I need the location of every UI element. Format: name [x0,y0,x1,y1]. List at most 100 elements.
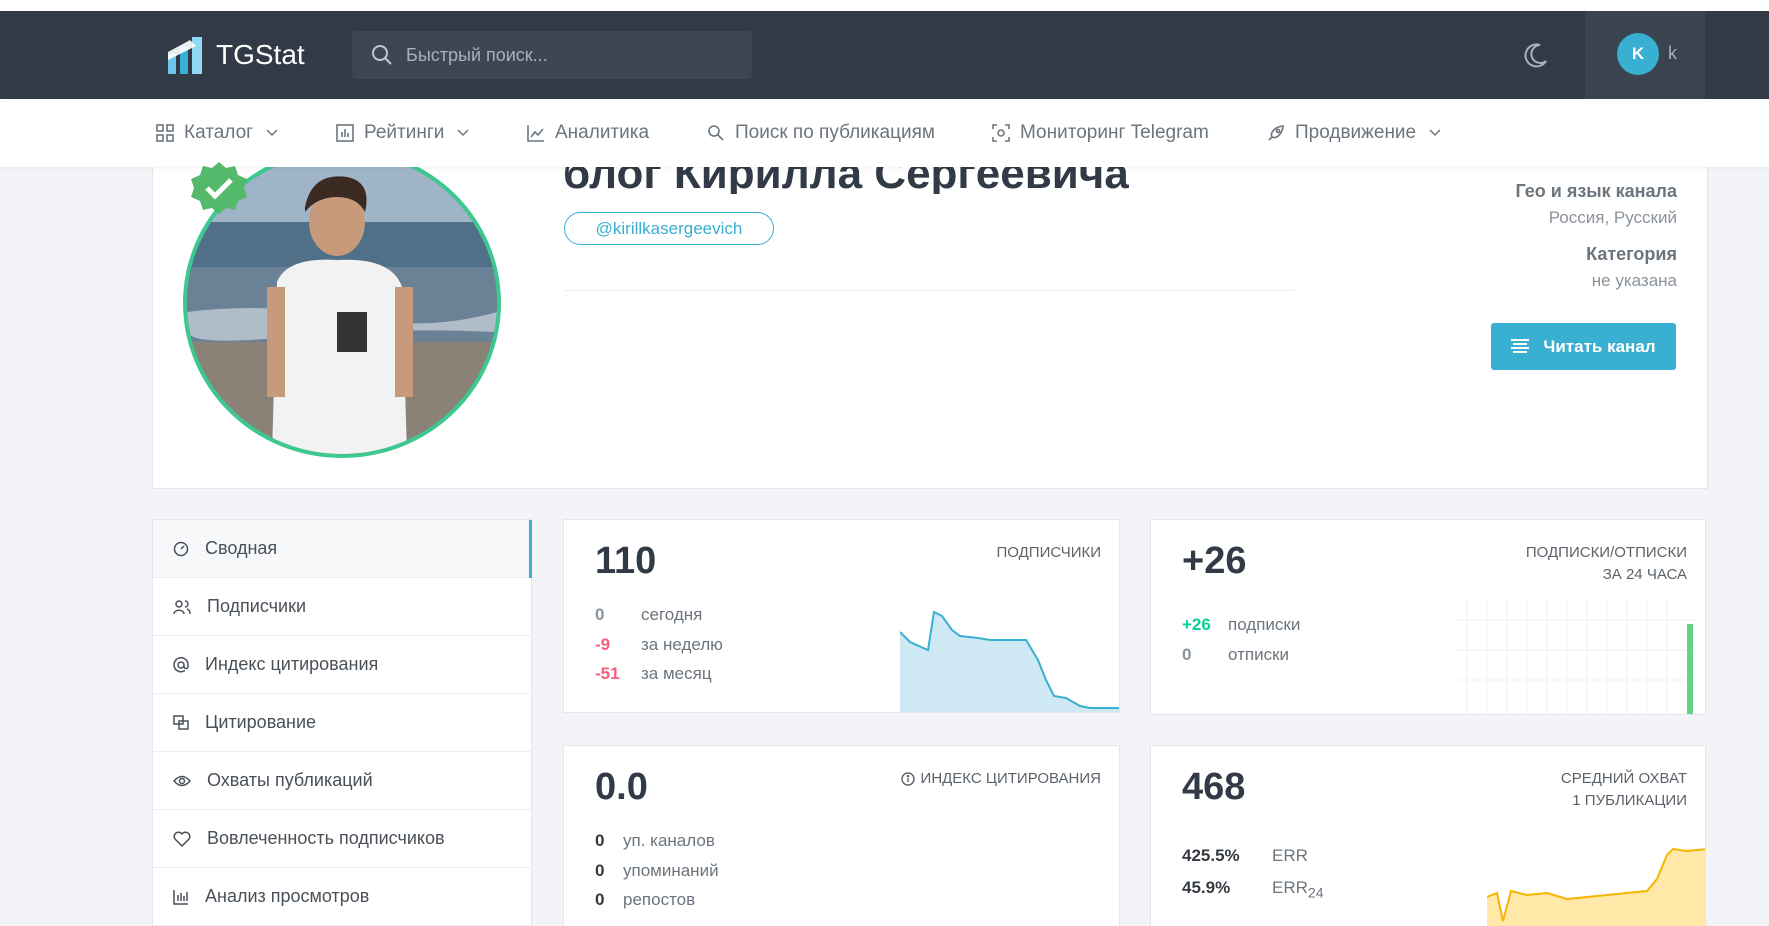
moon-icon[interactable] [1522,41,1550,69]
card-label-line: ПОДПИСКИ/ОТПИСКИ [1525,544,1687,561]
chevron-down-icon [1429,129,1441,137]
user-menu[interactable]: K k [1585,11,1705,99]
geo-value: Россия, Русский [1548,208,1677,227]
stat-value: -51 [595,664,620,683]
sidebar-label: Индекс цитирования [205,654,379,674]
stat-value: 0 [1182,645,1192,664]
rocket-icon [1268,125,1284,141]
average-reach-card: 468 СРЕДНИЙ ОХВАТ 1 ПУБЛИКАЦИИ 425.5% ERR… [1150,745,1706,926]
menu-catalog[interactable]: Каталог [156,99,279,167]
subs-unsubs-barchart [1457,600,1697,714]
top-strip [0,0,1769,11]
logo-text: TGStat [216,39,305,70]
stat-row: +26 подписки [1182,615,1300,635]
read-button-label: Читать канал [1543,336,1656,356]
stat-value: 0 [595,890,605,909]
sidebar-item-summary[interactable]: Сводная [153,520,532,578]
stat-row: 425.5% ERR [1182,846,1308,866]
stat-label: ERR [1272,846,1308,865]
info-icon[interactable] [900,772,915,786]
user-name: k [1668,43,1677,63]
geo-label: Гео и язык канала [1515,181,1677,201]
stat-label: за месяц [641,664,712,683]
stat-label: подписки [1228,615,1301,634]
read-channel-button[interactable]: Читать канал [1491,323,1676,370]
sidebar-item-citation-index[interactable]: Индекс цитирования [153,636,531,694]
verified-badge-icon [191,162,247,214]
menu-label: Каталог [184,122,254,143]
err-label: ERR [1272,878,1308,897]
menu-post-search[interactable]: Поиск по публикациям [707,99,935,167]
sidebar-label: Охваты публикаций [207,770,373,790]
dashboard-icon [173,541,189,556]
menu-analytics[interactable]: Аналитика [527,99,649,167]
subscribers-count: 110 [595,540,657,582]
search-input[interactable] [404,43,738,67]
quick-search[interactable] [352,31,752,79]
stat-row: 0 уп. каналов [595,831,715,851]
menu-label: Аналитика [555,122,650,143]
category-block: Категория не указана [1586,244,1677,291]
stat-label: сегодня [641,605,703,624]
read-icon [1511,338,1530,353]
menu-ratings[interactable]: Рейтинги [336,99,470,167]
at-icon [173,656,189,672]
sidebar-label: Подписчики [207,596,307,616]
stat-label: репостов [623,890,696,909]
stat-label: упоминаний [623,861,719,880]
sidebar-item-views-analysis[interactable]: Анализ просмотров [153,868,531,926]
chevron-down-icon [457,129,469,137]
card-label-line: СРЕДНИЙ ОХВАТ [1560,770,1687,787]
sidebar-item-reach[interactable]: Охваты публикаций [153,752,531,810]
stat-label: уп. каналов [623,831,715,850]
citation-index-value: 0.0 [595,766,648,808]
top-navbar: TGStat K k [0,11,1769,99]
monitoring-icon [992,124,1010,142]
logo[interactable]: TGStat [166,33,305,77]
views-chart-icon [173,889,188,905]
channel-handle-link[interactable]: @kirillkasergeevich [564,212,774,245]
stat-value: +26 [1182,615,1211,634]
card-label: ПОДПИСЧИКИ [996,544,1101,561]
engagement-icon [173,831,191,847]
subscribers-sparkline [900,610,1119,712]
stat-label: за неделю [641,635,723,654]
sidebar-label: Анализ просмотров [205,886,370,906]
stat-value: 425.5% [1182,846,1240,865]
stat-row: 45.9% ERR24 [1182,878,1324,901]
avatar: K [1617,33,1659,75]
sidebar-label: Сводная [205,538,278,558]
category-value: не указана [1591,271,1677,290]
average-reach-value: 468 [1182,766,1246,808]
menu-monitoring[interactable]: Мониторинг Telegram [992,99,1209,167]
chevron-down-icon [266,129,278,137]
net-subs-count: +26 [1182,540,1247,582]
err-subscript: 24 [1307,885,1324,902]
stat-value: 0 [595,605,605,624]
sidebar-item-citations[interactable]: Цитирование [153,694,531,752]
menu-label: Поиск по публикациям [735,122,935,143]
subscribers-card: 110 ПОДПИСЧИКИ 0 сегодня -9 за неделю -51 з… [563,519,1120,713]
geo-language-block: Гео и язык канала Россия, Русский [1515,181,1677,228]
quote-icon [173,714,189,730]
card-label: ПОДПИСКИ/ОТПИСКИ ЗА 24 ЧАСА [1526,542,1687,586]
card-label: СРЕДНИЙ ОХВАТ 1 ПУБЛИКАЦИИ [1561,768,1687,812]
stat-label: отписки [1228,645,1290,664]
menu-label: Рейтинги [364,122,445,143]
stat-label: ERR24 [1272,878,1324,901]
channel-sidebar: Сводная Подписчики Индекс цитирования Ци… [152,519,532,926]
menu-label: Продвижение [1295,122,1417,143]
sidebar-label: Цитирование [205,712,317,732]
grid-icon [156,124,174,142]
bar-chart-icon [336,124,354,142]
sidebar-item-engagement[interactable]: Вовлеченность подписчиков [153,810,531,868]
sidebar-label: Вовлеченность подписчиков [207,828,445,848]
sidebar-item-subscribers[interactable]: Подписчики [153,578,531,636]
stat-row: -9 за неделю [595,635,723,655]
category-label: Категория [1586,244,1677,264]
stat-value: 0 [595,861,605,880]
line-chart-icon [527,125,544,142]
menu-promotion[interactable]: Продвижение [1267,99,1442,167]
subs-unsubs-card: +26 ПОДПИСКИ/ОТПИСКИ ЗА 24 ЧАСА +26 подпи… [1150,519,1706,715]
main-menu: Каталог Рейтинги Аналитика Поиск по публ… [0,99,1769,167]
